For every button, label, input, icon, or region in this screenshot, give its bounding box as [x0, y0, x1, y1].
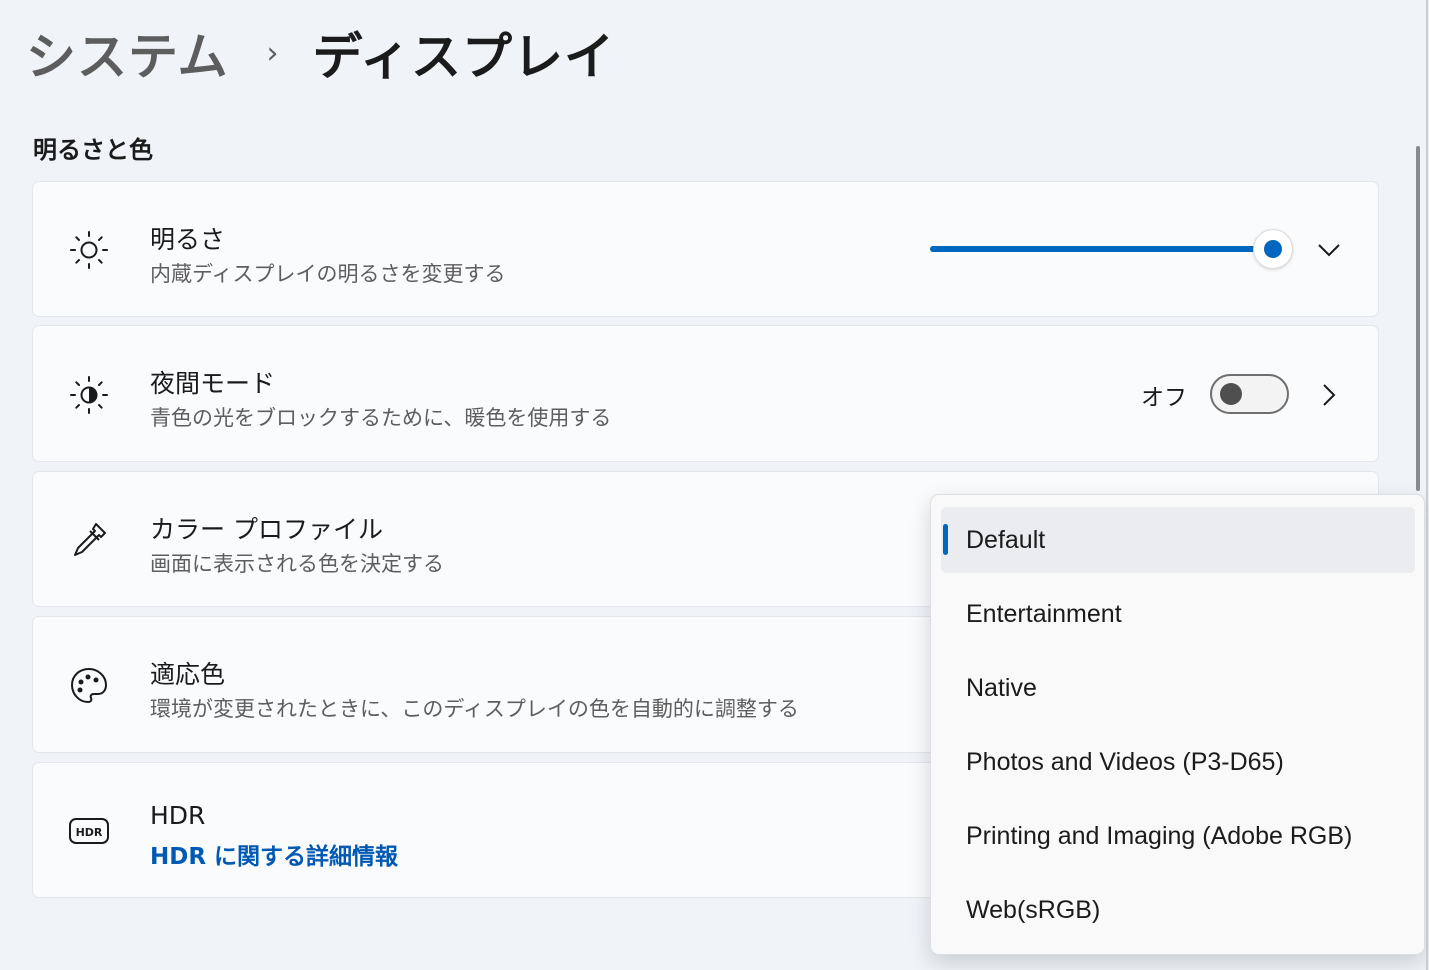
- eyedropper-icon: [67, 518, 111, 562]
- hdr-icon: HDR: [67, 809, 111, 853]
- window-edge: [1426, 0, 1428, 970]
- page-title: ディスプレイ: [312, 28, 615, 86]
- selected-indicator: [943, 524, 948, 555]
- brightness-slider-thumb[interactable]: [1253, 229, 1293, 269]
- brightness-slider-fill: [930, 246, 1270, 252]
- adaptive-color-subtitle: 環境が変更されたときに、このディスプレイの色を自動的に調整する: [150, 697, 799, 721]
- chevron-right-icon[interactable]: [1315, 381, 1343, 409]
- brightness-card: 明るさ 内蔵ディスプレイの明るさを変更する: [32, 181, 1379, 317]
- toggle-knob: [1220, 383, 1242, 405]
- breadcrumb-separator: ›: [266, 35, 279, 71]
- night-mode-card[interactable]: 夜間モード 青色の光をブロックするために、暖色を使用する オフ: [32, 325, 1379, 462]
- dropdown-option-web-srgb[interactable]: Web(sRGB): [941, 877, 1415, 943]
- night-mode-toggle[interactable]: [1210, 374, 1289, 414]
- breadcrumb: システム › ディスプレイ: [26, 18, 615, 88]
- section-title-brightness-color: 明るさと色: [33, 136, 153, 164]
- color-profile-subtitle: 画面に表示される色を決定する: [150, 552, 444, 576]
- svg-text:HDR: HDR: [76, 826, 103, 839]
- hdr-learn-more-link[interactable]: HDR に関する詳細情報: [150, 837, 398, 871]
- dropdown-option-default[interactable]: Default: [941, 507, 1415, 573]
- option-label: Native: [966, 673, 1037, 702]
- dropdown-option-native[interactable]: Native: [941, 655, 1415, 721]
- sun-icon: [67, 228, 111, 272]
- brightness-subtitle: 内蔵ディスプレイの明るさを変更する: [150, 262, 506, 286]
- brightness-title: 明るさ: [150, 225, 226, 254]
- color-profile-title: カラー プロファイル: [150, 515, 383, 544]
- option-label: Default: [966, 525, 1046, 554]
- adaptive-color-title: 適応色: [150, 660, 226, 689]
- night-mode-toggle-label: オフ: [1141, 385, 1187, 411]
- night-light-icon: [67, 373, 111, 417]
- brightness-slider-track[interactable]: [930, 246, 1270, 252]
- night-mode-subtitle: 青色の光をブロックするために、暖色を使用する: [150, 406, 612, 430]
- color-profile-dropdown-list: Default Entertainment Native Photos and …: [930, 494, 1425, 955]
- palette-icon: [67, 664, 111, 708]
- option-label: Printing and Imaging (Adobe RGB): [966, 821, 1353, 850]
- hdr-title: HDR: [150, 801, 206, 830]
- option-label: Entertainment: [966, 599, 1122, 628]
- breadcrumb-system-link[interactable]: システム: [26, 17, 229, 89]
- option-label: Web(sRGB): [966, 895, 1101, 924]
- scrollbar[interactable]: [1416, 146, 1420, 491]
- option-label: Photos and Videos (P3-D65): [966, 747, 1284, 776]
- dropdown-option-entertainment[interactable]: Entertainment: [941, 581, 1415, 647]
- dropdown-option-printing-imaging[interactable]: Printing and Imaging (Adobe RGB): [941, 803, 1415, 869]
- dropdown-option-photos-videos[interactable]: Photos and Videos (P3-D65): [941, 729, 1415, 795]
- night-mode-title: 夜間モード: [150, 369, 276, 398]
- chevron-down-icon[interactable]: [1315, 236, 1343, 264]
